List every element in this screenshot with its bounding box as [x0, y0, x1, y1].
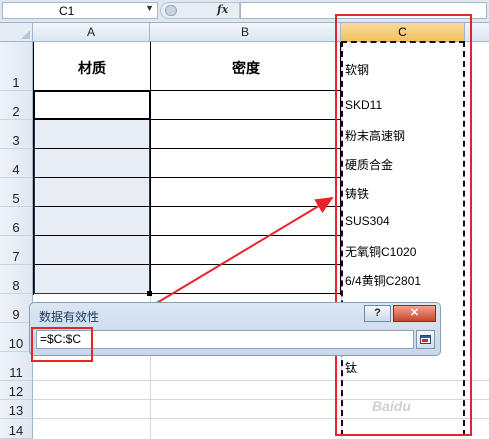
- annotation-box-formula: [31, 327, 93, 362]
- dialog-title: 数据有效性: [39, 310, 100, 324]
- close-button[interactable]: ✕: [393, 305, 436, 322]
- help-button[interactable]: ?: [364, 305, 391, 322]
- watermark: Baidu: [372, 398, 411, 414]
- collapse-dialog-button[interactable]: [416, 330, 435, 349]
- annotation-arrow: [94, 196, 334, 341]
